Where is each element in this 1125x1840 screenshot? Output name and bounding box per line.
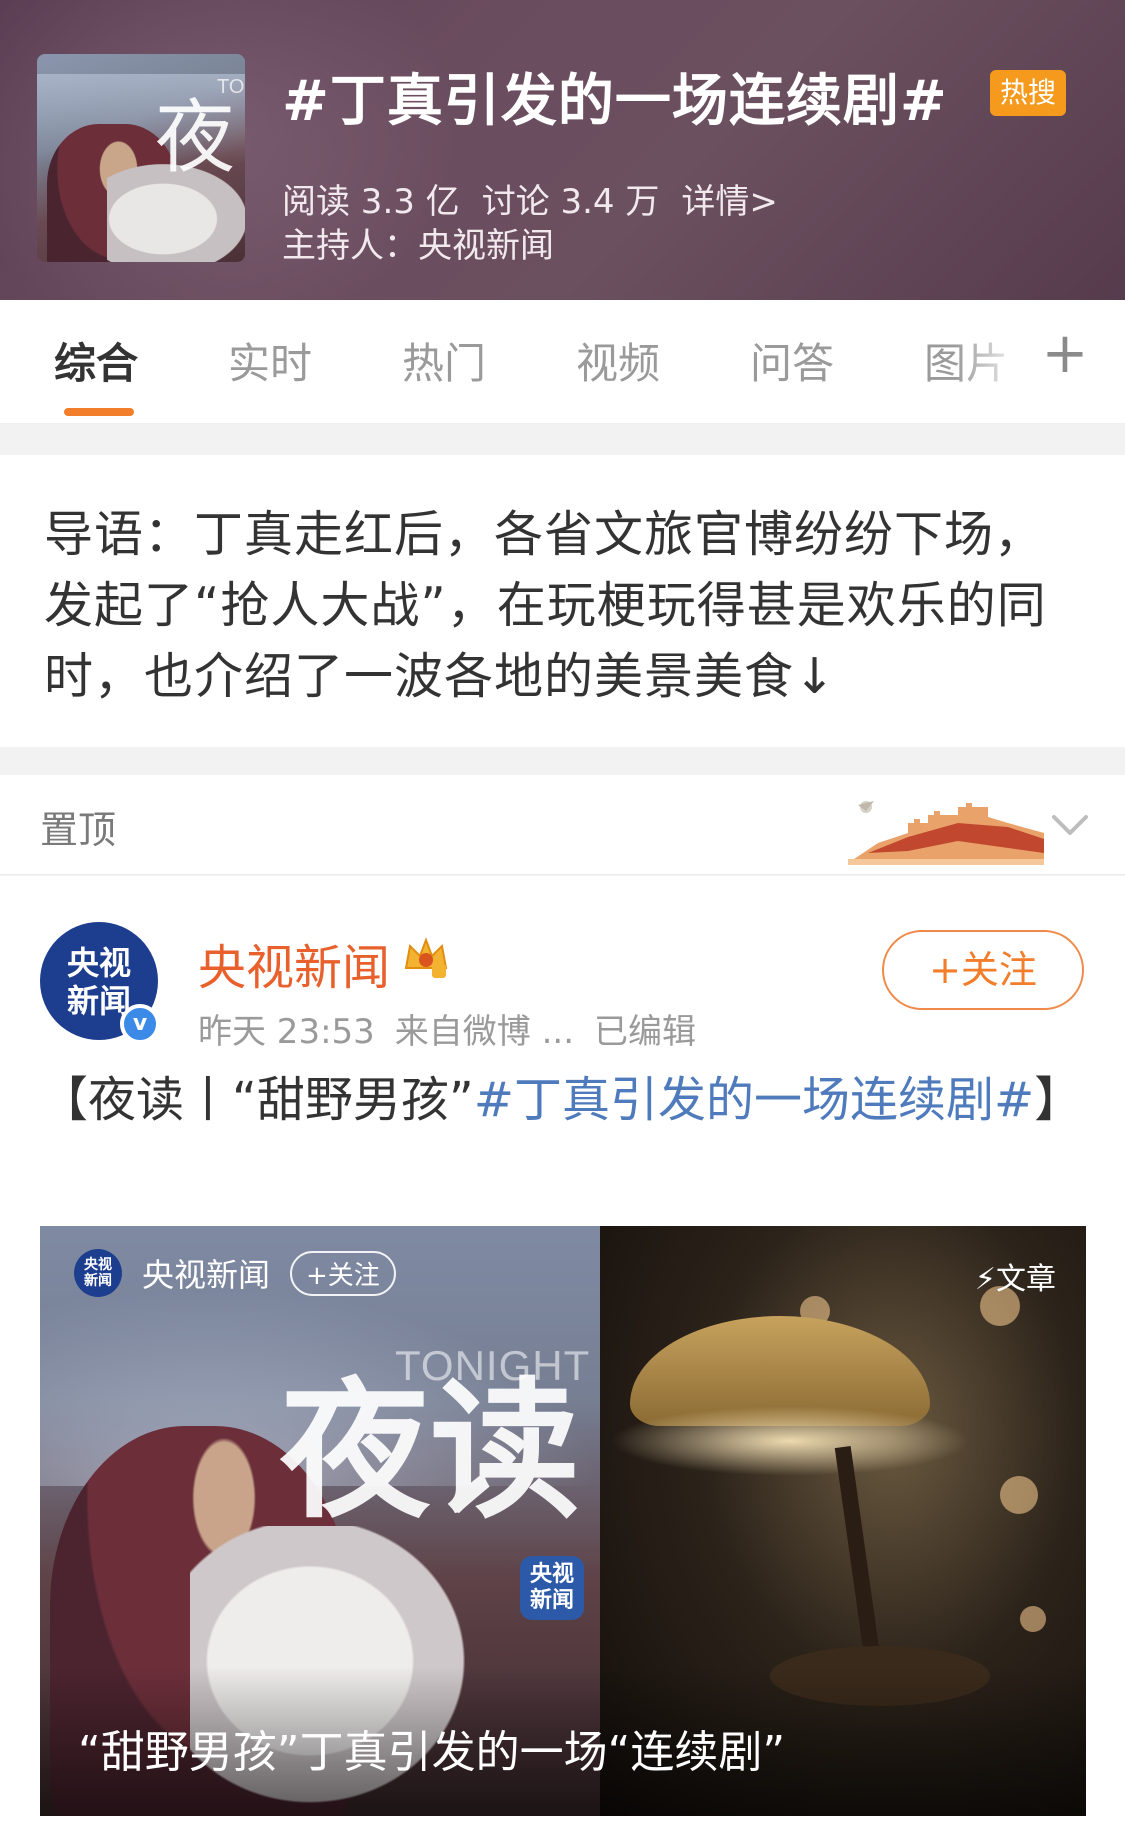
hot-search-badge: 热搜 xyxy=(990,70,1067,116)
topic-link[interactable]: #丁真引发的一场连续剧# xyxy=(474,1072,1034,1128)
lamp-stem xyxy=(834,1445,882,1667)
intro-text: 导语：丁真走红后，各省文旅官博纷纷下场，发起了“抢人大战”，在玩梗玩得甚是欢乐的… xyxy=(44,506,1047,705)
topic-title: #丁真引发的一场连续剧# xyxy=(282,69,948,134)
lamp-light xyxy=(610,1406,970,1476)
details-link[interactable]: 详情> xyxy=(681,174,778,223)
avatar-text-line1: 央视 xyxy=(66,944,131,982)
discussion-count: 讨论 3.4 万 xyxy=(481,182,660,222)
topic-host[interactable]: 主持人：央视新闻 xyxy=(282,218,554,267)
tab-fade xyxy=(955,320,1045,400)
verified-badge-icon: v xyxy=(120,1004,160,1044)
follow-button[interactable]: +关注 xyxy=(882,930,1084,1010)
post-text-prefix: 【夜读丨“甜野男孩” xyxy=(40,1072,474,1128)
post-source: 来自微博 ... xyxy=(394,1012,575,1052)
topic-intro: 导语：丁真走红后，各省文旅官博纷纷下场，发起了“抢人大战”，在玩梗玩得甚是欢乐的… xyxy=(0,455,1125,747)
post-time: 昨天 23:53 xyxy=(198,1012,375,1052)
tab-comprehensive[interactable]: 综合 xyxy=(54,330,138,391)
more-tabs-plus-icon[interactable]: + xyxy=(1040,324,1090,384)
chevron-down-icon[interactable] xyxy=(1048,803,1092,847)
night-reading-title: 夜读 xyxy=(280,1363,581,1539)
pinned-label: 置顶 xyxy=(40,808,117,852)
bokeh-light xyxy=(1020,1606,1046,1632)
post-meta: 昨天 23:53 来自微博 ... 已编辑 xyxy=(198,1004,696,1053)
card-avatar[interactable]: 央视 新闻 xyxy=(74,1249,122,1297)
post-text: 【夜读丨“甜野男孩”#丁真引发的一场连续剧#】 xyxy=(40,1066,1090,1134)
tab-video[interactable]: 视频 xyxy=(576,330,660,391)
logo-line2: 新闻 xyxy=(529,1588,574,1613)
bokeh-light xyxy=(1000,1476,1038,1514)
card-follow-button[interactable]: +关注 xyxy=(290,1250,396,1296)
card-avatar-line2: 新闻 xyxy=(84,1273,112,1289)
tab-realtime[interactable]: 实时 xyxy=(228,330,312,391)
topic-thumbnail[interactable]: 夜 TO xyxy=(37,54,245,262)
author-name[interactable]: 央视新闻 xyxy=(198,928,390,998)
article-label: ⚡文章 xyxy=(974,1262,1056,1297)
read-count: 阅读 3.3 亿 xyxy=(282,182,460,222)
post-text-suffix: 】 xyxy=(1034,1072,1083,1128)
thumbnail-tag: TO xyxy=(217,76,245,98)
tab-bar: 综合 实时 热门 视频 问答 图片 + xyxy=(0,300,1125,424)
article-card[interactable]: TONIGHT 夜读 央视 新闻 央视 新闻 央视新闻 +关注 ⚡文章 “甜野男… xyxy=(40,1226,1086,1816)
thumbnail-glyph: 夜 xyxy=(155,91,235,184)
card-header: 央视 新闻 央视新闻 +关注 xyxy=(74,1248,396,1298)
cctv-news-logo: 央视 新闻 xyxy=(520,1556,584,1620)
vip-crown-icon xyxy=(404,937,448,978)
topic-stats: 阅读 3.3 亿 讨论 3.4 万 详情> xyxy=(282,174,778,223)
topic-header: 夜 TO #丁真引发的一场连续剧# 热搜 阅读 3.3 亿 讨论 3.4 万 详… xyxy=(0,0,1125,300)
tab-hot[interactable]: 热门 xyxy=(402,330,486,391)
card-author-name[interactable]: 央视新闻 xyxy=(142,1250,270,1296)
great-wall-icon xyxy=(848,801,1044,865)
edited-label[interactable]: 已编辑 xyxy=(594,1004,696,1053)
tab-qa[interactable]: 问答 xyxy=(750,330,834,391)
logo-line1: 央视 xyxy=(529,1562,574,1587)
active-tab-indicator xyxy=(64,408,134,416)
card-avatar-line1: 央视 xyxy=(84,1257,112,1273)
card-caption: “甜野男孩”丁真引发的一场“连续剧” xyxy=(78,1727,786,1778)
weibo-post: 央视 新闻 v 央视新闻 昨天 23:53 来自微博 ... 已编辑 +关注 【… xyxy=(0,876,1125,1840)
pinned-bar[interactable]: 置顶 xyxy=(0,775,1125,875)
